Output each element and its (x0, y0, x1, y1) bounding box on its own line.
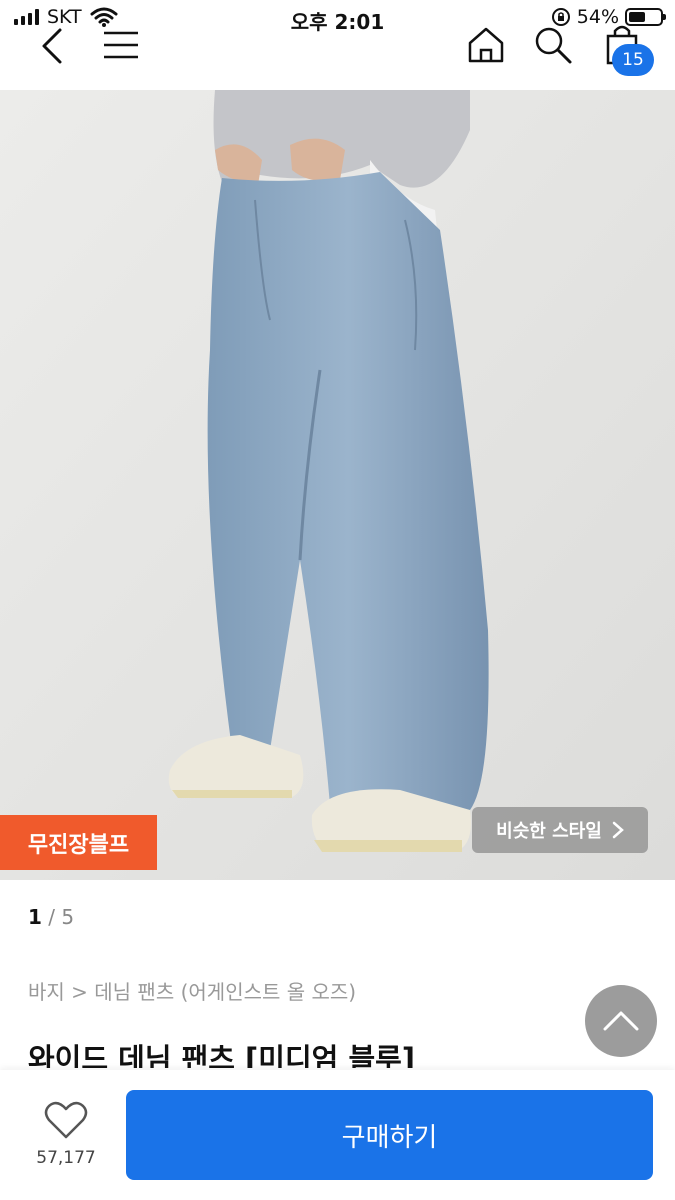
chevron-up-icon (603, 1011, 639, 1031)
top-nav (0, 20, 675, 88)
similar-style-label: 비슷한 스타일 (496, 821, 602, 842)
menu-icon[interactable] (102, 30, 140, 62)
home-icon[interactable] (467, 26, 505, 64)
promo-tag: 무진장블프 (0, 815, 157, 870)
like-count: 57,177 (36, 1148, 96, 1168)
heart-icon (44, 1101, 88, 1139)
product-image-carousel[interactable]: 무진장블프 비슷한 스타일 (0, 90, 675, 880)
back-arrow-icon[interactable] (38, 26, 66, 66)
product-photo (0, 90, 675, 880)
chevron-right-icon (612, 821, 624, 839)
pager-total: / 5 (48, 905, 75, 929)
cart-count-badge[interactable]: 15 (612, 44, 654, 76)
product-title: 와이드 데님 팬츠 [미디엄 블루] (28, 1042, 416, 1068)
like-button[interactable]: 57,177 (28, 1100, 104, 1168)
pager-current: 1 (28, 905, 42, 929)
similar-style-button[interactable]: 비슷한 스타일 (472, 807, 648, 853)
breadcrumb[interactable]: 바지 > 데님 팬츠 (어게인스트 올 오즈) (28, 976, 356, 1005)
buy-button[interactable]: 구매하기 (126, 1090, 653, 1180)
scroll-top-button[interactable] (585, 985, 657, 1057)
search-icon[interactable] (533, 25, 573, 65)
image-pager: 1 / 5 (28, 905, 74, 929)
